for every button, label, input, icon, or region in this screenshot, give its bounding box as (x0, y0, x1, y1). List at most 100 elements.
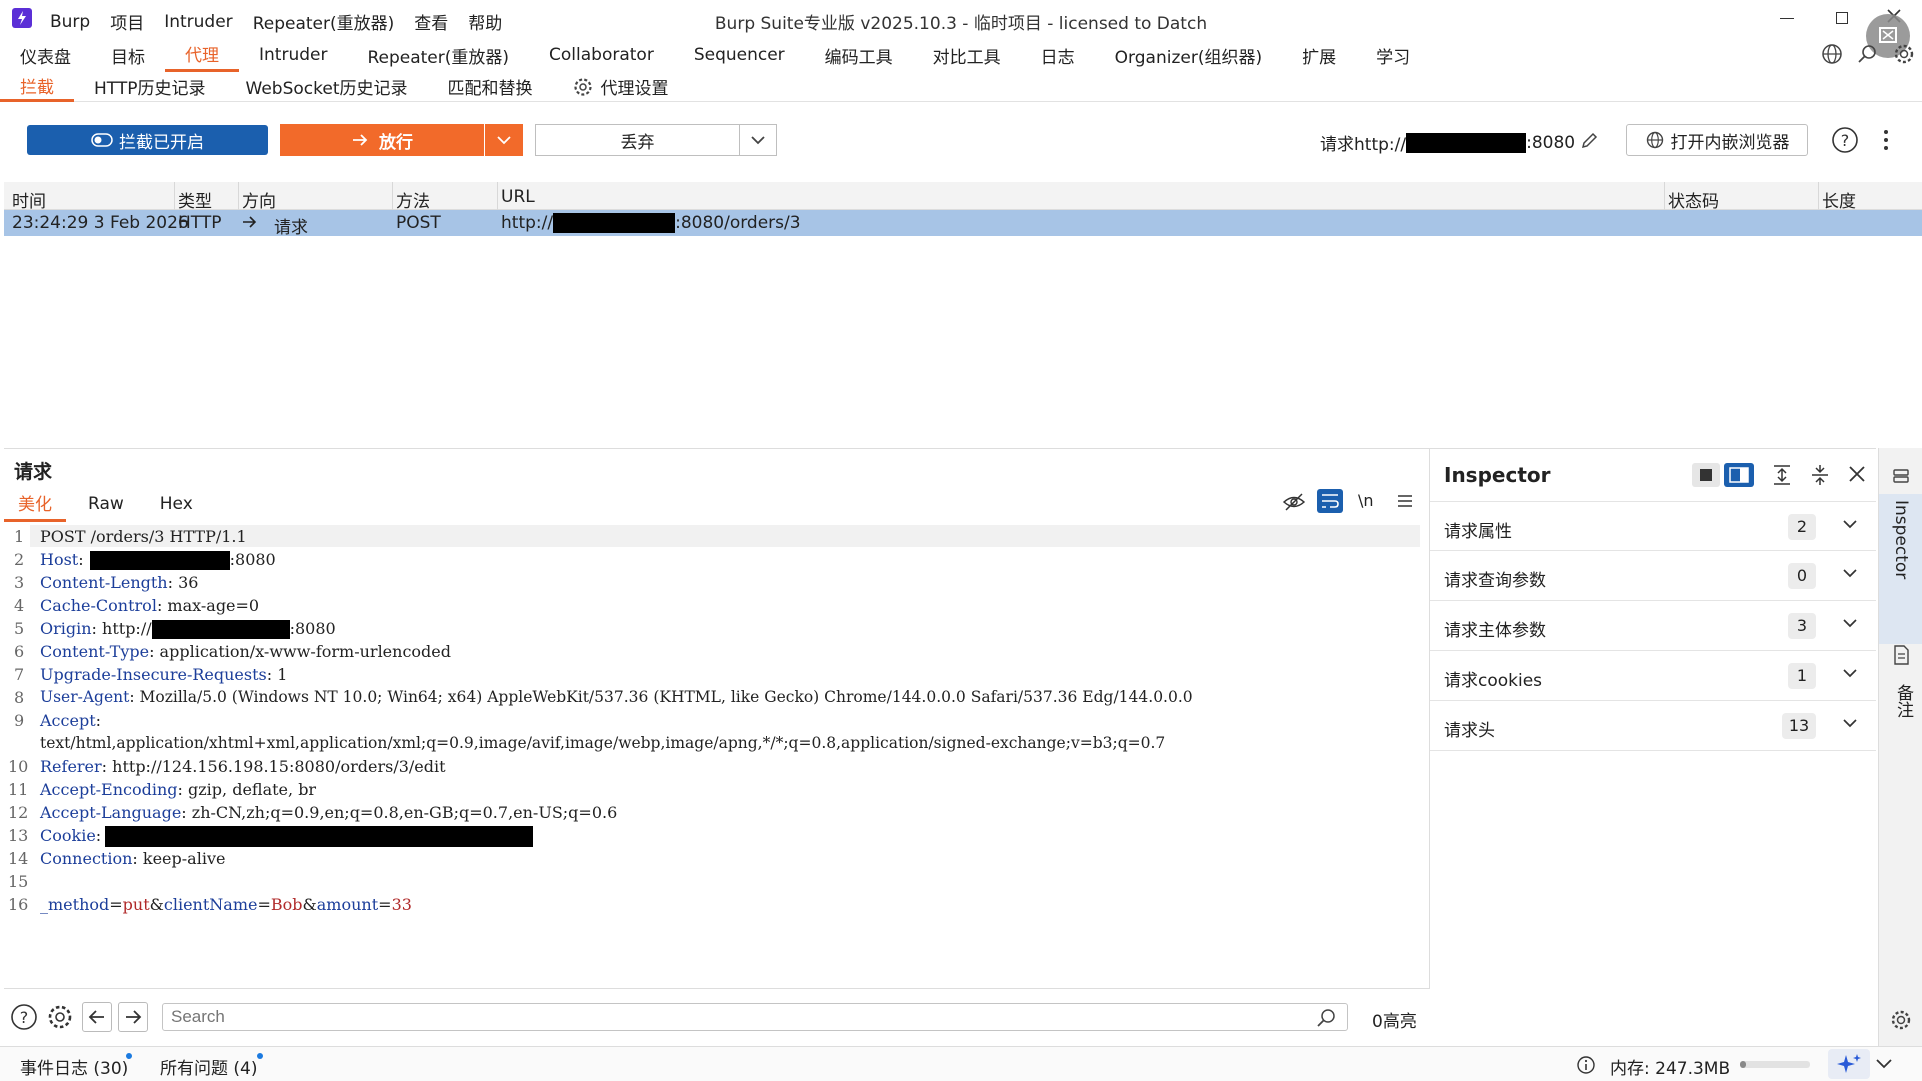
close-inspector-icon[interactable] (1846, 463, 1868, 485)
forward-label: 放行 (379, 132, 413, 153)
show-newlines-toggle[interactable]: \n (1358, 491, 1374, 510)
section-label: 请求查询参数 (1444, 571, 1546, 591)
drop-dropdown-button[interactable] (739, 124, 777, 156)
proxy-settings-button[interactable]: 代理设置 (552, 72, 688, 102)
search-icon[interactable] (1856, 42, 1880, 66)
info-icon[interactable] (1576, 1055, 1596, 1075)
minimize-icon[interactable] (1780, 18, 1794, 19)
intercept-toggle-button[interactable]: 拦截已开启 (27, 125, 268, 155)
ai-sparkle-icon[interactable] (1828, 1049, 1870, 1079)
inspector-section-cookies[interactable]: 请求cookies 1 (1430, 651, 1876, 701)
inspector-section-body-params[interactable]: 请求主体参数 3 (1430, 601, 1876, 651)
inspector-section-query-params[interactable]: 请求查询参数 0 (1430, 551, 1876, 601)
next-arrow-icon[interactable] (118, 1002, 148, 1032)
layout-split-icon[interactable] (1724, 463, 1754, 487)
search-icon[interactable] (1316, 1007, 1338, 1029)
tab-proxy[interactable]: 代理 (165, 38, 239, 72)
section-count: 2 (1788, 514, 1816, 540)
pencil-icon[interactable] (1580, 130, 1600, 150)
event-log-link[interactable]: 事件日志 (30) (20, 1054, 128, 1079)
menu-help[interactable]: 帮助 (468, 9, 502, 34)
forward-button[interactable]: 放行 (280, 124, 484, 156)
menu-intruder[interactable]: Intruder (164, 12, 232, 32)
line-number: 12 (8, 803, 29, 822)
header-accept: Accept: (40, 711, 102, 730)
help-icon[interactable]: ? (1831, 126, 1859, 154)
all-issues-link[interactable]: 所有问题 (4) (160, 1054, 257, 1079)
column-status[interactable]: 状态码 (1668, 187, 1719, 212)
tab-collaborator[interactable]: Collaborator (529, 38, 674, 72)
hide-eye-icon[interactable] (1282, 491, 1306, 513)
menu-repeater[interactable]: Repeater(重放器) (253, 9, 395, 34)
wrap-lines-icon[interactable] (1317, 489, 1343, 513)
side-tab-inspector[interactable]: Inspector (1879, 494, 1922, 644)
gear-icon[interactable] (1892, 42, 1916, 66)
proxy-settings-label: 代理设置 (600, 79, 669, 99)
tab-organizer[interactable]: Organizer(组织器) (1095, 38, 1282, 72)
forward-dropdown-button[interactable] (485, 124, 523, 156)
column-length[interactable]: 长度 (1822, 187, 1856, 212)
tab-dashboard[interactable]: 仪表盘 (0, 38, 91, 72)
subtab-websocket-history[interactable]: WebSocket历史记录 (226, 72, 428, 102)
arrow-right-icon (242, 213, 258, 231)
expand-all-icon[interactable] (1770, 463, 1794, 487)
inspector-panel: Inspector 请求属性 2 请求查询参数 0 请求主体参数 3 请求coo… (1430, 448, 1876, 1046)
row-direction: 请求 (274, 218, 308, 238)
side-tab-notes[interactable]: 备注 (1891, 684, 1916, 718)
column-type[interactable]: 类型 (178, 187, 212, 212)
notes-icon[interactable] (1891, 644, 1911, 666)
gear-icon[interactable] (46, 1003, 74, 1031)
menu-burp[interactable]: Burp (50, 12, 90, 32)
layout-single-icon[interactable] (1692, 463, 1720, 487)
tab-target[interactable]: 目标 (91, 38, 165, 72)
table-row[interactable]: 23:24:29 3 Feb 2026 HTTP 请求 POST http://… (4, 210, 1922, 238)
header-accept-language: Accept-Language: zh-CN,zh;q=0.9,en;q=0.8… (40, 803, 618, 822)
chevron-down-icon[interactable] (1874, 1055, 1894, 1073)
subtab-intercept[interactable]: 拦截 (0, 72, 74, 102)
column-url[interactable]: URL (501, 187, 535, 207)
more-options-icon[interactable] (1882, 128, 1890, 152)
tab-pretty[interactable]: 美化 (4, 486, 66, 522)
stack-icon[interactable] (1891, 466, 1911, 486)
tab-comparer[interactable]: 对比工具 (913, 38, 1021, 72)
tab-decoder[interactable]: 编码工具 (805, 38, 913, 72)
redacted-host (553, 213, 676, 233)
tab-raw[interactable]: Raw (66, 490, 146, 518)
inspector-section-request-attributes[interactable]: 请求属性 2 (1430, 501, 1876, 551)
row-url-prefix: http:// (501, 213, 554, 233)
tab-learn[interactable]: 学习 (1356, 38, 1430, 72)
tab-logger[interactable]: 日志 (1021, 38, 1095, 72)
request-editor[interactable]: 1 2 3 4 5 6 7 8 9 10 11 12 13 14 15 16 P… (4, 523, 1428, 989)
subtab-http-history[interactable]: HTTP历史记录 (74, 72, 226, 102)
menu-view[interactable]: 查看 (414, 9, 448, 34)
drop-button[interactable]: 丢弃 (535, 124, 740, 156)
request-target-suffix: :8080 (1526, 132, 1576, 153)
help-icon[interactable]: ? (10, 1003, 38, 1031)
column-direction[interactable]: 方向 (242, 187, 276, 212)
line-number: 5 (14, 619, 25, 638)
open-browser-button[interactable]: 打开内嵌浏览器 (1626, 124, 1808, 156)
menu-project[interactable]: 项目 (110, 9, 144, 34)
tab-sequencer[interactable]: Sequencer (674, 38, 805, 72)
search-input[interactable] (162, 1003, 1348, 1031)
header-accept-value: text/html,application/xhtml+xml,applicat… (40, 734, 1166, 752)
tab-hex[interactable]: Hex (146, 490, 207, 518)
menu-icon[interactable] (1396, 493, 1414, 509)
request-title: 请求 (14, 461, 53, 483)
tab-intruder[interactable]: Intruder (239, 38, 347, 72)
globe-icon[interactable] (1820, 42, 1844, 66)
inspector-section-headers[interactable]: 请求头 13 (1430, 701, 1876, 751)
header-content-length: Content-Length: 36 (40, 573, 199, 592)
column-time[interactable]: 时间 (12, 187, 46, 212)
collapse-all-icon[interactable] (1808, 463, 1832, 487)
section-count: 0 (1788, 563, 1816, 589)
tab-extensions[interactable]: 扩展 (1282, 38, 1356, 72)
column-method[interactable]: 方法 (396, 187, 430, 212)
maximize-icon[interactable] (1836, 12, 1848, 24)
line-number: 9 (14, 711, 25, 730)
tab-repeater[interactable]: Repeater(重放器) (347, 38, 529, 72)
subtab-match-replace[interactable]: 匹配和替换 (427, 72, 552, 102)
previous-arrow-icon[interactable] (82, 1002, 112, 1032)
gear-icon[interactable] (1889, 1008, 1913, 1032)
request-line: POST /orders/3 HTTP/1.1 (40, 527, 247, 546)
